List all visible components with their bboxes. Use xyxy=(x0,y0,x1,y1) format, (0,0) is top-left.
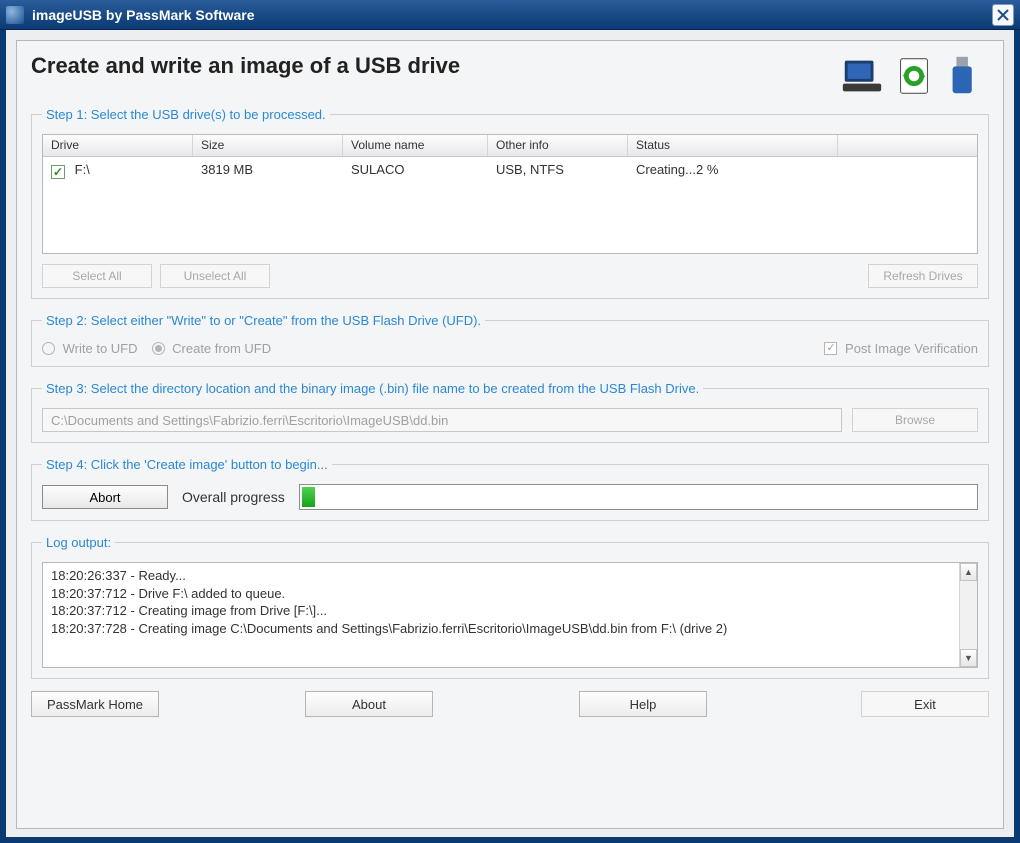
drive-cell: F:\ xyxy=(75,162,90,177)
titlebar: imageUSB by PassMark Software xyxy=(0,0,1020,30)
footer: PassMark Home About Help Exit xyxy=(31,691,989,717)
log-line: 18:20:26:337 - Ready... xyxy=(51,567,951,585)
log-line: 18:20:37:712 - Creating image from Drive… xyxy=(51,602,951,620)
other-cell: USB, NTFS xyxy=(488,162,628,177)
step4-legend: Step 4: Click the 'Create image' button … xyxy=(42,457,332,472)
step2: Step 2: Select either "Write" to or "Cre… xyxy=(31,313,989,367)
post-verify-wrap[interactable]: Post Image Verification xyxy=(824,340,978,356)
volume-cell: SULACO xyxy=(343,162,488,177)
progress-label: Overall progress xyxy=(182,489,285,505)
header-row: Create and write an image of a USB drive xyxy=(31,53,989,99)
progress-fill xyxy=(302,487,315,507)
drive-table-header: Drive Size Volume name Other info Status xyxy=(43,135,977,157)
browse-button[interactable]: Browse xyxy=(852,408,978,432)
log-line: 18:20:37:728 - Creating image C:\Documen… xyxy=(51,620,951,638)
app-icon xyxy=(6,6,24,24)
close-icon xyxy=(997,9,1009,21)
col-volume[interactable]: Volume name xyxy=(343,135,488,156)
refresh-drives-button[interactable]: Refresh Drives xyxy=(868,264,978,288)
select-all-button[interactable]: Select All xyxy=(42,264,152,288)
log-legend: Log output: xyxy=(42,535,115,550)
col-size[interactable]: Size xyxy=(193,135,343,156)
passmark-home-button[interactable]: PassMark Home xyxy=(31,691,159,717)
help-button[interactable]: Help xyxy=(579,691,707,717)
log-box: 18:20:26:337 - Ready... 18:20:37:712 - D… xyxy=(42,562,978,668)
page-title: Create and write an image of a USB drive xyxy=(31,53,839,79)
create-radio-label: Create from UFD xyxy=(172,341,271,356)
unselect-all-button[interactable]: Unselect All xyxy=(160,264,270,288)
col-spacer xyxy=(838,135,977,156)
step2-legend: Step 2: Select either "Write" to or "Cre… xyxy=(42,313,485,328)
col-other[interactable]: Other info xyxy=(488,135,628,156)
window-body: Create and write an image of a USB drive xyxy=(0,30,1020,843)
radio-icon xyxy=(152,342,165,355)
status-cell: Creating...2 % xyxy=(628,162,838,177)
exit-button[interactable]: Exit xyxy=(861,691,989,717)
main-panel: Create and write an image of a USB drive xyxy=(16,40,1004,829)
write-radio-wrap[interactable]: Write to UFD xyxy=(42,340,138,356)
scroll-track[interactable] xyxy=(960,581,977,649)
path-input[interactable] xyxy=(42,408,842,432)
header-icons xyxy=(839,53,989,99)
usb-device-icon xyxy=(943,53,989,99)
post-verify-label: Post Image Verification xyxy=(845,341,978,356)
col-status[interactable]: Status xyxy=(628,135,838,156)
step3: Step 3: Select the directory location an… xyxy=(31,381,989,443)
log-scrollbar[interactable]: ▲ ▼ xyxy=(959,563,977,667)
create-radio-wrap[interactable]: Create from UFD xyxy=(152,340,272,356)
drive-table: Drive Size Volume name Other info Status… xyxy=(42,134,978,254)
step1: Step 1: Select the USB drive(s) to be pr… xyxy=(31,107,989,299)
step1-legend: Step 1: Select the USB drive(s) to be pr… xyxy=(42,107,330,122)
drive-checkbox[interactable] xyxy=(51,165,65,179)
radio-icon xyxy=(42,342,55,355)
abort-button[interactable]: Abort xyxy=(42,485,168,509)
log-line: 18:20:37:712 - Drive F:\ added to queue. xyxy=(51,585,951,603)
app-window: imageUSB by PassMark Software Create and… xyxy=(0,0,1020,843)
col-drive[interactable]: Drive xyxy=(43,135,193,156)
log-lines[interactable]: 18:20:26:337 - Ready... 18:20:37:712 - D… xyxy=(43,563,959,667)
checkbox-icon xyxy=(824,342,837,355)
scroll-down-icon[interactable]: ▼ xyxy=(960,649,977,667)
table-row[interactable]: F:\ 3819 MB SULACO USB, NTFS Creating...… xyxy=(43,157,977,181)
step4: Step 4: Click the 'Create image' button … xyxy=(31,457,989,521)
close-button[interactable] xyxy=(992,4,1014,26)
about-button[interactable]: About xyxy=(305,691,433,717)
window-title: imageUSB by PassMark Software xyxy=(32,7,992,23)
size-cell: 3819 MB xyxy=(193,162,343,177)
progress-bar xyxy=(299,484,978,510)
scroll-up-icon[interactable]: ▲ xyxy=(960,563,977,581)
page-arrows-icon xyxy=(891,53,937,99)
write-radio-label: Write to UFD xyxy=(63,341,138,356)
computer-icon xyxy=(839,53,885,99)
step1-buttons: Select All Unselect All Refresh Drives xyxy=(42,264,978,288)
log-section: Log output: 18:20:26:337 - Ready... 18:2… xyxy=(31,535,989,679)
step3-legend: Step 3: Select the directory location an… xyxy=(42,381,703,396)
